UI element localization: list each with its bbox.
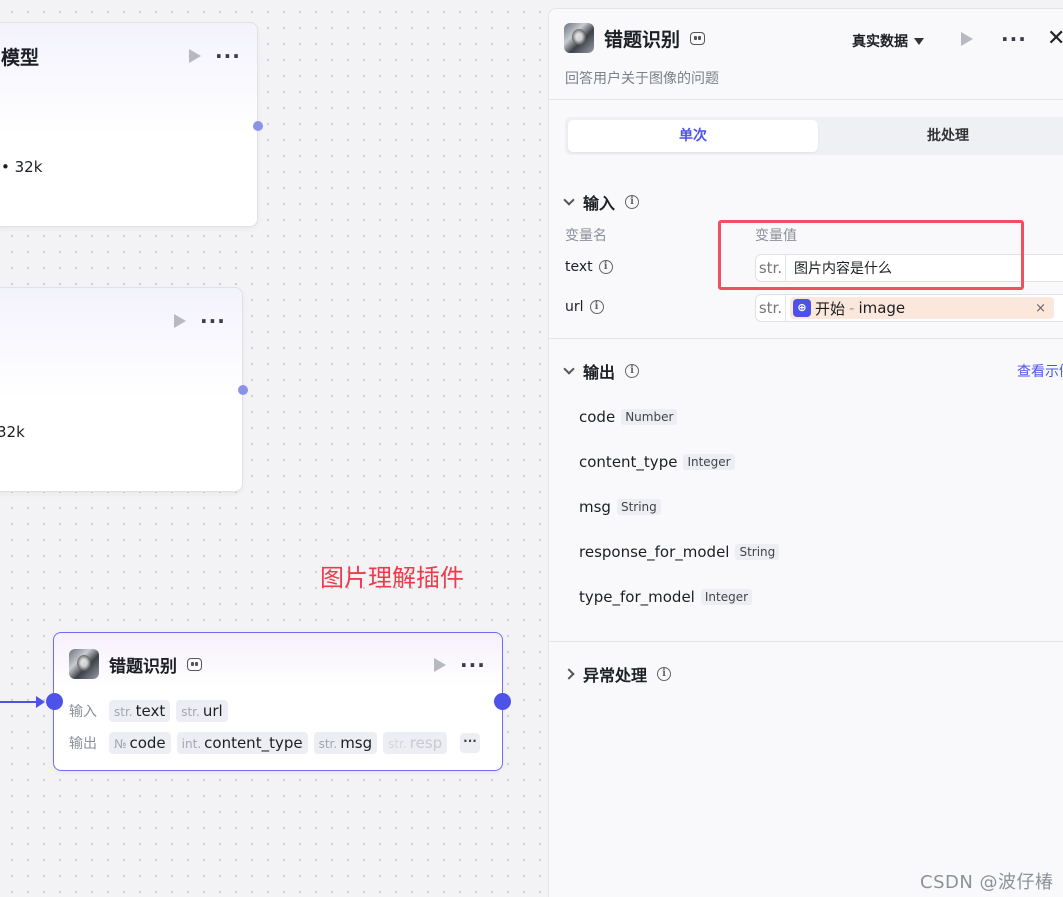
- output-tag-code: № code: [109, 732, 171, 754]
- chevron-right-icon: [563, 668, 575, 680]
- more-options-icon[interactable]: ···: [460, 655, 486, 675]
- output-label: 输出: [69, 736, 97, 752]
- info-icon[interactable]: i: [598, 260, 613, 274]
- node-title: 模型: [1, 47, 40, 69]
- node-settings-panel: 错题识别 真实数据 ··· ✕ 回答用户关于图像的问题 单次 批处理 输入 i …: [548, 8, 1063, 897]
- info-icon[interactable]: i: [625, 195, 640, 209]
- info-icon[interactable]: i: [589, 300, 604, 314]
- output-tag-msg: str. msg: [313, 732, 378, 754]
- run-test-icon[interactable]: [961, 32, 973, 46]
- data-source-label: 真实数据: [852, 34, 908, 50]
- var-name-text: text i: [565, 259, 613, 275]
- annotation-highlight-box: [718, 220, 1024, 290]
- tab-batch[interactable]: 批处理: [823, 120, 1063, 152]
- start-node-icon: ⊕: [793, 299, 811, 317]
- output-field: msg String: [579, 498, 661, 516]
- output-section-header[interactable]: 输出 i: [563, 359, 640, 383]
- var-name-url: url i: [565, 299, 604, 315]
- more-options-icon[interactable]: ···: [1001, 29, 1027, 49]
- type-prefix: str.: [756, 295, 786, 321]
- watermark: CSDN @波仔椿: [920, 872, 1054, 893]
- chevron-down-icon: [563, 363, 575, 375]
- url-value-input[interactable]: str. ⊕ 开始 - image ×: [755, 294, 1063, 322]
- plugin-bot-icon: [690, 31, 706, 45]
- view-example-link[interactable]: 查看示例: [1017, 361, 1063, 381]
- clear-reference-icon[interactable]: ×: [1035, 301, 1046, 316]
- section-title: 输入: [583, 194, 616, 213]
- column-header-name: 变量名: [565, 228, 607, 244]
- node-meta: 32k: [0, 423, 25, 441]
- node-output-row: 输出 № code int. content_type str. msg str. re…: [69, 732, 448, 754]
- output-field: response_for_model String: [579, 543, 780, 561]
- output-field: code Number: [579, 408, 678, 426]
- output-port[interactable]: [238, 385, 248, 395]
- divider: [549, 99, 1063, 100]
- input-port[interactable]: [46, 693, 63, 710]
- plugin-avatar: [564, 23, 594, 53]
- llm-node-top[interactable]: 模型 ··· • 32k: [0, 22, 263, 227]
- more-outputs-button[interactable]: ···: [460, 733, 480, 753]
- edge-arrow-icon: [36, 696, 45, 708]
- node-meta: • 32k: [1, 158, 43, 176]
- section-title: 异常处理: [583, 666, 648, 685]
- caret-down-icon: [914, 37, 924, 45]
- input-label: 输入: [69, 704, 97, 720]
- panel-description: 回答用户关于图像的问题: [565, 71, 719, 87]
- run-node-icon[interactable]: [434, 658, 446, 672]
- input-tag-url: str. url: [176, 700, 228, 722]
- plugin-annotation: 图片理解插件: [320, 564, 464, 592]
- reference-chip[interactable]: ⊕ 开始 - image: [790, 297, 1054, 319]
- data-source-select[interactable]: 真实数据: [852, 31, 924, 51]
- info-icon[interactable]: i: [657, 667, 672, 681]
- plugin-avatar: [69, 649, 99, 679]
- output-field: content_type Integer: [579, 453, 735, 471]
- plugin-node-error-recognition[interactable]: 错题识别 ··· 输入 str. text str. url 输出 № code in…: [53, 632, 503, 771]
- section-title: 输出: [583, 363, 616, 382]
- output-tag-content-type: int. content_type: [176, 732, 308, 754]
- run-node-icon[interactable]: [174, 314, 186, 328]
- input-section-header[interactable]: 输入 i: [563, 190, 640, 214]
- plugin-bot-icon: [187, 657, 202, 671]
- output-tag-resp: str. resp: [383, 732, 448, 754]
- more-options-icon[interactable]: ···: [200, 311, 226, 331]
- node-title: 错题识别: [109, 656, 177, 677]
- info-icon[interactable]: i: [625, 364, 640, 378]
- more-options-icon[interactable]: ···: [215, 46, 241, 66]
- divider: [549, 641, 1063, 642]
- run-mode-tabs: 单次 批处理: [565, 117, 1063, 155]
- run-node-icon[interactable]: [189, 49, 201, 63]
- node-input-row: 输入 str. text str. url: [69, 700, 228, 722]
- output-field: type_for_model Integer: [579, 588, 753, 606]
- input-tag-text: str. text: [109, 700, 171, 722]
- panel-title: 错题识别: [604, 28, 681, 51]
- output-port[interactable]: [253, 121, 263, 131]
- tab-single[interactable]: 单次: [568, 120, 818, 152]
- chevron-down-icon: [563, 194, 575, 206]
- close-icon[interactable]: ✕: [1047, 26, 1063, 51]
- llm-node-mid[interactable]: ··· 32k: [0, 287, 248, 492]
- error-handling-header[interactable]: 异常处理 i: [563, 662, 672, 686]
- output-port[interactable]: [494, 693, 511, 710]
- divider: [549, 338, 1063, 339]
